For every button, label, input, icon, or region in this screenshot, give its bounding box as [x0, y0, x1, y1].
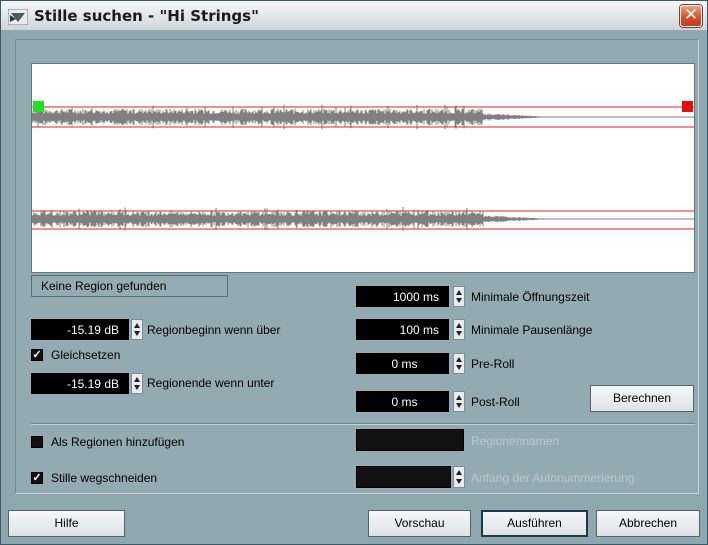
calculate-button[interactable]: Berechnen	[590, 385, 694, 412]
pre-roll-label: Pre-Roll	[471, 357, 515, 371]
min-open-time-field[interactable]: 1000 ms	[356, 286, 449, 307]
min-pause-length-spinner[interactable]	[453, 319, 465, 340]
post-roll-spinner[interactable]	[453, 391, 465, 412]
equalize-label: Gleichsetzen	[51, 348, 121, 362]
region-end-spinner[interactable]	[131, 373, 143, 394]
status-display: Keine Region gefunden	[31, 275, 228, 297]
dialog-window: Stille suchen - "Hi Strings" ✕ Keine Reg…	[0, 0, 708, 545]
help-button[interactable]: Hilfe	[8, 510, 125, 537]
auto-number-start-spinner[interactable]	[453, 466, 465, 488]
region-end-threshold-field[interactable]: -15.19 dB	[31, 373, 129, 394]
min-open-time-spinner[interactable]	[453, 286, 465, 307]
close-button[interactable]: ✕	[680, 5, 702, 27]
pre-roll-spinner[interactable]	[453, 353, 465, 374]
execute-button[interactable]: Ausführen	[481, 510, 588, 537]
min-pause-length-field[interactable]: 100 ms	[356, 319, 449, 340]
region-start-spinner[interactable]	[131, 319, 143, 340]
add-as-regions-label: Als Regionen hinzufügen	[51, 435, 185, 449]
region-start-threshold-field[interactable]: -15.19 dB	[31, 319, 129, 340]
waveform-app-icon	[8, 9, 28, 25]
region-start-label: Regionbeginn wenn über	[147, 323, 281, 337]
auto-number-start-field[interactable]	[356, 466, 451, 488]
min-pause-length-label: Minimale Pausenlänge	[471, 323, 593, 337]
post-roll-label: Post-Roll	[471, 395, 520, 409]
end-marker-handle[interactable]	[682, 101, 693, 112]
min-open-time-label: Minimale Öffnungszeit	[471, 290, 590, 304]
region-names-label: Regionennamen	[471, 434, 560, 448]
equalize-checkbox[interactable]: ✓	[31, 349, 43, 361]
post-roll-field[interactable]: 0 ms	[356, 391, 449, 412]
separator-line	[31, 423, 695, 425]
region-end-label: Regionende wenn unter	[147, 376, 275, 390]
start-marker-handle[interactable]	[33, 101, 44, 112]
waveform-display[interactable]	[31, 63, 695, 273]
auto-number-start-label: Anfang der Autonummerierung	[471, 471, 635, 485]
add-as-regions-checkbox[interactable]	[31, 436, 43, 448]
status-text: Keine Region gefunden	[41, 279, 167, 293]
region-names-field[interactable]	[356, 429, 464, 451]
close-icon: ✕	[683, 5, 699, 25]
cancel-button[interactable]: Abbrechen	[596, 510, 700, 537]
cut-silence-label: Stille wegschneiden	[51, 471, 158, 485]
cut-silence-checkbox[interactable]: ✓	[31, 472, 43, 484]
title-bar[interactable]: Stille suchen - "Hi Strings" ✕	[1, 1, 707, 31]
preview-button[interactable]: Vorschau	[368, 510, 471, 537]
window-title: Stille suchen - "Hi Strings"	[34, 7, 259, 25]
waveform-graphic	[32, 101, 694, 231]
pre-roll-field[interactable]: 0 ms	[356, 353, 449, 374]
